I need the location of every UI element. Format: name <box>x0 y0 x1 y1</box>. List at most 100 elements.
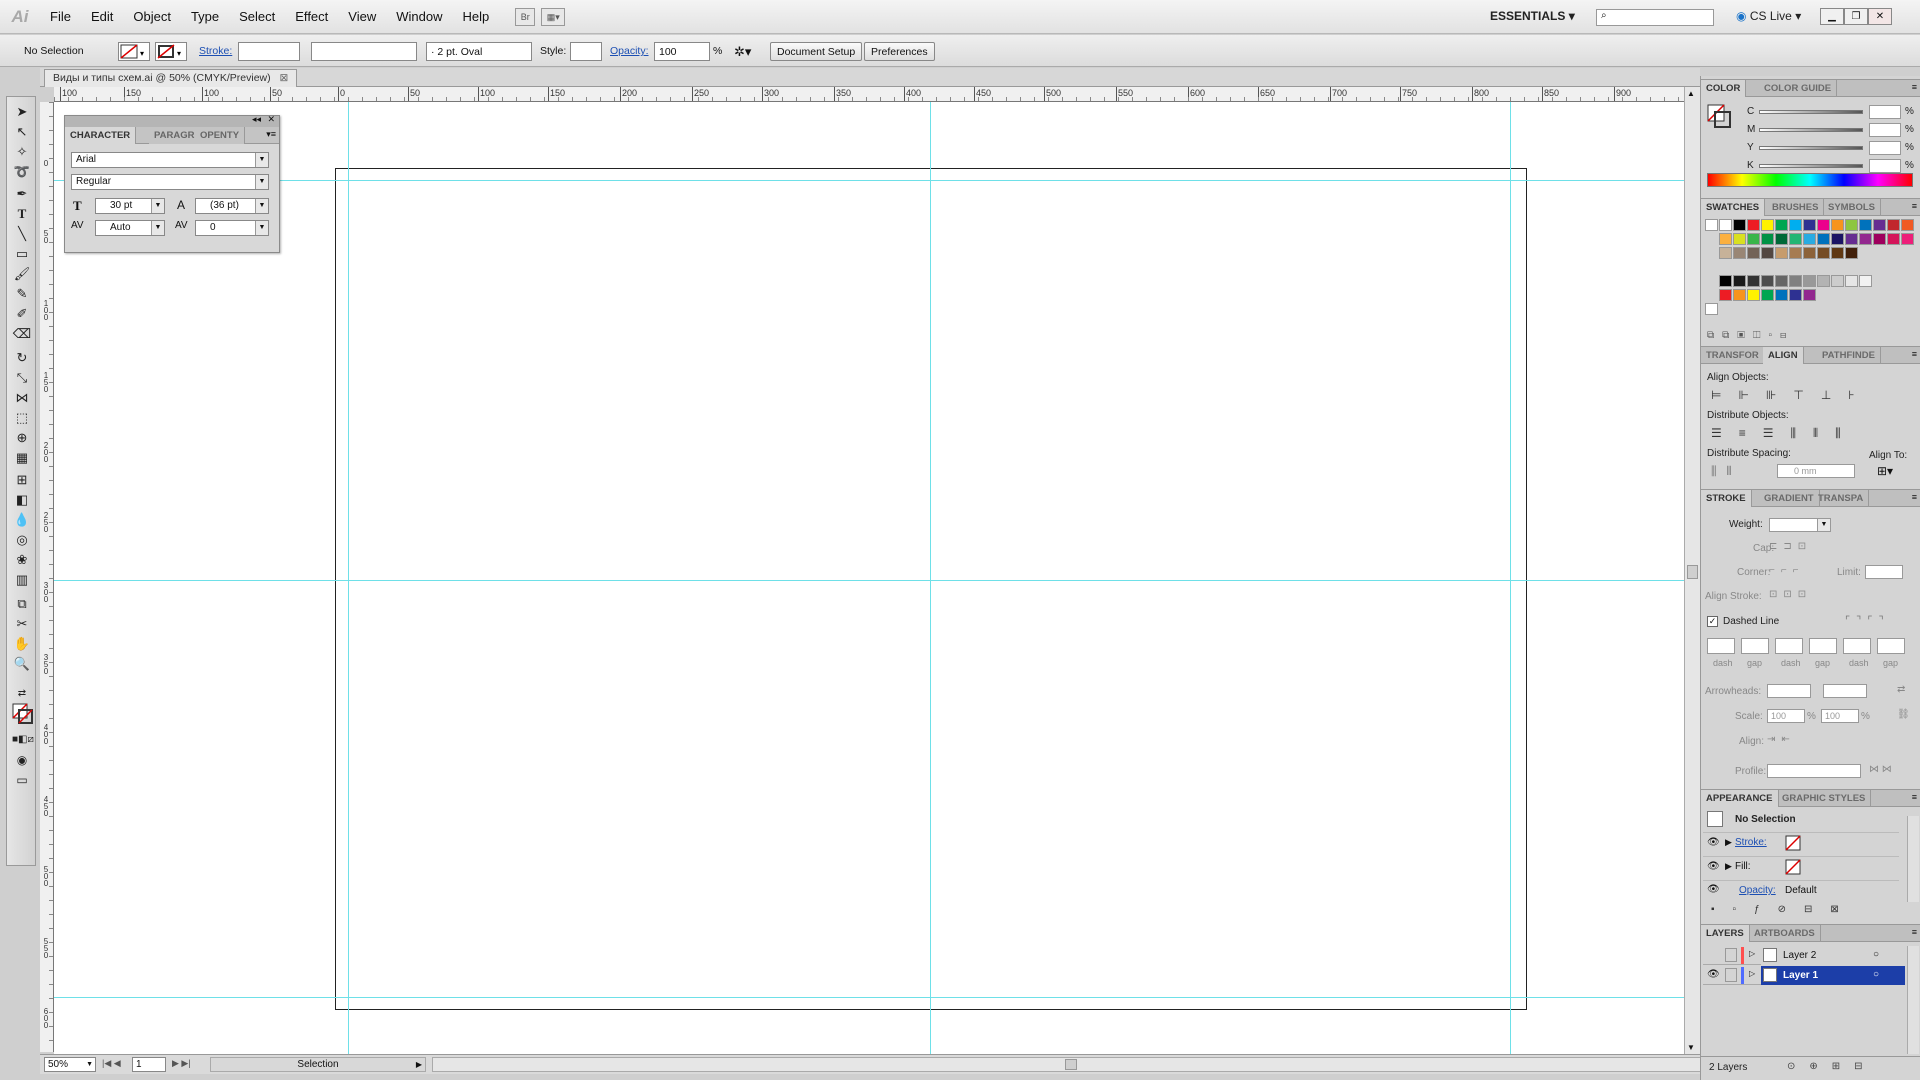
artboard-tool-icon[interactable]: ⧉ <box>12 595 32 613</box>
tab-color[interactable]: COLOR <box>1701 80 1747 97</box>
tab-pathfinder[interactable]: PATHFINDE <box>1817 347 1881 364</box>
document-setup-button[interactable]: Document Setup <box>770 42 863 61</box>
swatch[interactable] <box>1719 219 1732 231</box>
menu-effect[interactable]: Effect <box>285 9 338 24</box>
brush-definition-dropdown[interactable]: · 2 pt. Oval <box>426 42 532 61</box>
layer-name[interactable]: Layer 1 <box>1783 970 1818 981</box>
swatch-bright[interactable] <box>1761 289 1774 301</box>
search-input[interactable]: ⌕ <box>1596 9 1714 26</box>
horizontal-ruler[interactable]: 100 150 100 50 0 50 100 150 200 250 300 350 400 450 50… <box>54 87 1684 102</box>
swatch[interactable] <box>1901 219 1914 231</box>
align-objects-buttons[interactable]: ⊨⊩⊪⊤⊥⊦ <box>1711 388 1911 402</box>
tab-paragraph[interactable]: PARAGR <box>149 127 201 144</box>
layer-target-icon[interactable]: ○ <box>1873 969 1879 980</box>
width-tool-icon[interactable]: ⋈ <box>12 389 32 407</box>
swatch[interactable] <box>1747 233 1760 245</box>
swatch[interactable] <box>1859 233 1872 245</box>
swatch-bright[interactable] <box>1719 289 1732 301</box>
restore-button[interactable]: ❐ <box>1844 8 1868 25</box>
panel-menu-icon[interactable]: ▾≡ <box>266 129 276 140</box>
swatch[interactable] <box>1747 219 1760 231</box>
swatch[interactable] <box>1845 247 1858 259</box>
arrow-align-buttons[interactable]: ⇥⇤ <box>1767 734 1796 745</box>
bridge-icon[interactable]: Br <box>515 7 536 26</box>
menu-edit[interactable]: Edit <box>81 9 123 24</box>
start-scale-field[interactable]: 100 <box>1767 709 1805 723</box>
menu-type[interactable]: Type <box>181 9 229 24</box>
swatch-bright[interactable] <box>1775 289 1788 301</box>
workspace-switcher[interactable]: ESSENTIALS ▾ <box>1490 9 1575 23</box>
guide-horizontal[interactable] <box>54 580 1684 581</box>
horizontal-scroll-thumb[interactable] <box>1065 1059 1077 1070</box>
guide-vertical[interactable] <box>930 102 931 1054</box>
stroke-swatch[interactable]: ▾ <box>155 42 187 61</box>
menu-window[interactable]: Window <box>386 9 452 24</box>
channel-slider-m[interactable] <box>1759 128 1863 132</box>
swatch[interactable] <box>1831 219 1844 231</box>
swatch[interactable] <box>1873 233 1886 245</box>
gap-field[interactable] <box>1741 638 1769 654</box>
tab-symbols[interactable]: SYMBOLS <box>1823 199 1881 216</box>
dash-alignment-buttons[interactable]: ⌜⌝⌜⌝ <box>1845 614 1890 627</box>
align-to-dropdown[interactable]: ⊞▾ <box>1877 464 1893 478</box>
swatch-gray[interactable] <box>1789 275 1802 287</box>
layers-scrollbar[interactable] <box>1907 946 1919 1054</box>
swatch[interactable] <box>1887 233 1900 245</box>
swatch[interactable] <box>1873 219 1886 231</box>
close-window-button[interactable]: ✕ <box>1868 8 1892 25</box>
recolor-artwork-icon[interactable]: ✲▾ <box>734 42 751 61</box>
swatch[interactable] <box>1761 247 1774 259</box>
swatch-gray[interactable] <box>1761 275 1774 287</box>
swatch[interactable] <box>1845 233 1858 245</box>
graphic-style-dropdown[interactable] <box>570 42 602 61</box>
swatch[interactable] <box>1747 247 1760 259</box>
appearance-opacity-link[interactable]: Opacity: <box>1739 885 1776 896</box>
font-family-dropdown[interactable]: Arial ▼ <box>71 152 269 168</box>
next-artboard-icon[interactable]: ▶ ▶| <box>172 1058 191 1069</box>
guide-horizontal[interactable] <box>54 997 1684 998</box>
swatch[interactable] <box>1733 247 1746 259</box>
swap-arrowheads-icon[interactable]: ⇄ <box>1897 684 1905 695</box>
preferences-button[interactable]: Preferences <box>864 42 935 61</box>
tab-swatches[interactable]: SWATCHES <box>1701 199 1766 216</box>
layer-row[interactable]: ▷ Layer 2 ○ <box>1703 946 1905 965</box>
collapse-panel-icon[interactable]: ◂◂ <box>252 114 261 125</box>
status-selector[interactable]: Selection ▶ <box>210 1057 426 1072</box>
visibility-eye-icon[interactable]: 👁 <box>1707 837 1720 848</box>
tab-character[interactable]: CHARACTER <box>65 127 137 144</box>
arrange-documents-icon[interactable]: ▦▾ <box>541 7 566 26</box>
horizontal-scrollbar[interactable] <box>432 1057 1712 1072</box>
blend-tool-icon[interactable]: ◎ <box>12 531 32 549</box>
end-arrowhead-dropdown[interactable] <box>1823 684 1867 698</box>
layer-expand-icon[interactable]: ▷ <box>1749 969 1755 978</box>
channel-slider-y[interactable] <box>1759 146 1863 150</box>
gap-field[interactable] <box>1809 638 1837 654</box>
expand-triangle-icon[interactable]: ▶ <box>1725 837 1732 848</box>
kerning-field[interactable]: Auto ▼ <box>95 220 165 236</box>
document-tab[interactable]: Виды и типы схем.ai @ 50% (CMYK/Preview)… <box>44 69 298 87</box>
default-fill-stroke-icon[interactable]: ⇄ <box>12 685 32 703</box>
layer-visibility-icon[interactable]: 👁 <box>1707 969 1720 980</box>
layer-lock-toggle[interactable] <box>1725 968 1737 982</box>
swatch-footer-icons[interactable]: ⧉⧉▣◫▫⊟ <box>1707 330 1907 341</box>
appearance-panel-menu-icon[interactable]: ≡ <box>1912 792 1917 802</box>
opacity-field[interactable]: 100 <box>654 42 710 61</box>
swatch[interactable] <box>1803 247 1816 259</box>
link-scale-icon[interactable]: ⛓ <box>1897 709 1910 720</box>
swatch[interactable] <box>1789 247 1802 259</box>
variable-width-profile-dropdown[interactable] <box>311 42 417 61</box>
swatch-gray[interactable] <box>1747 275 1760 287</box>
swatch[interactable] <box>1817 247 1830 259</box>
stroke-link[interactable]: Stroke: <box>199 42 232 61</box>
none-swatch-icon[interactable] <box>1785 859 1801 878</box>
appearance-fill-row[interactable]: 👁 ▶ Fill: <box>1703 856 1899 878</box>
tab-transparency[interactable]: TRANSPA <box>1813 490 1870 507</box>
tab-stroke[interactable]: STROKE <box>1701 490 1752 507</box>
swatch-gray[interactable] <box>1775 275 1788 287</box>
swatch[interactable] <box>1775 219 1788 231</box>
swatch-gray[interactable] <box>1719 275 1732 287</box>
scroll-up-icon[interactable]: ▲ <box>1687 89 1695 98</box>
close-panel-icon[interactable]: ✕ <box>267 114 275 125</box>
appearance-footer-icons[interactable]: ▪▫ƒ⊘⊟⊠ <box>1711 904 1911 915</box>
menu-object[interactable]: Object <box>123 9 181 24</box>
